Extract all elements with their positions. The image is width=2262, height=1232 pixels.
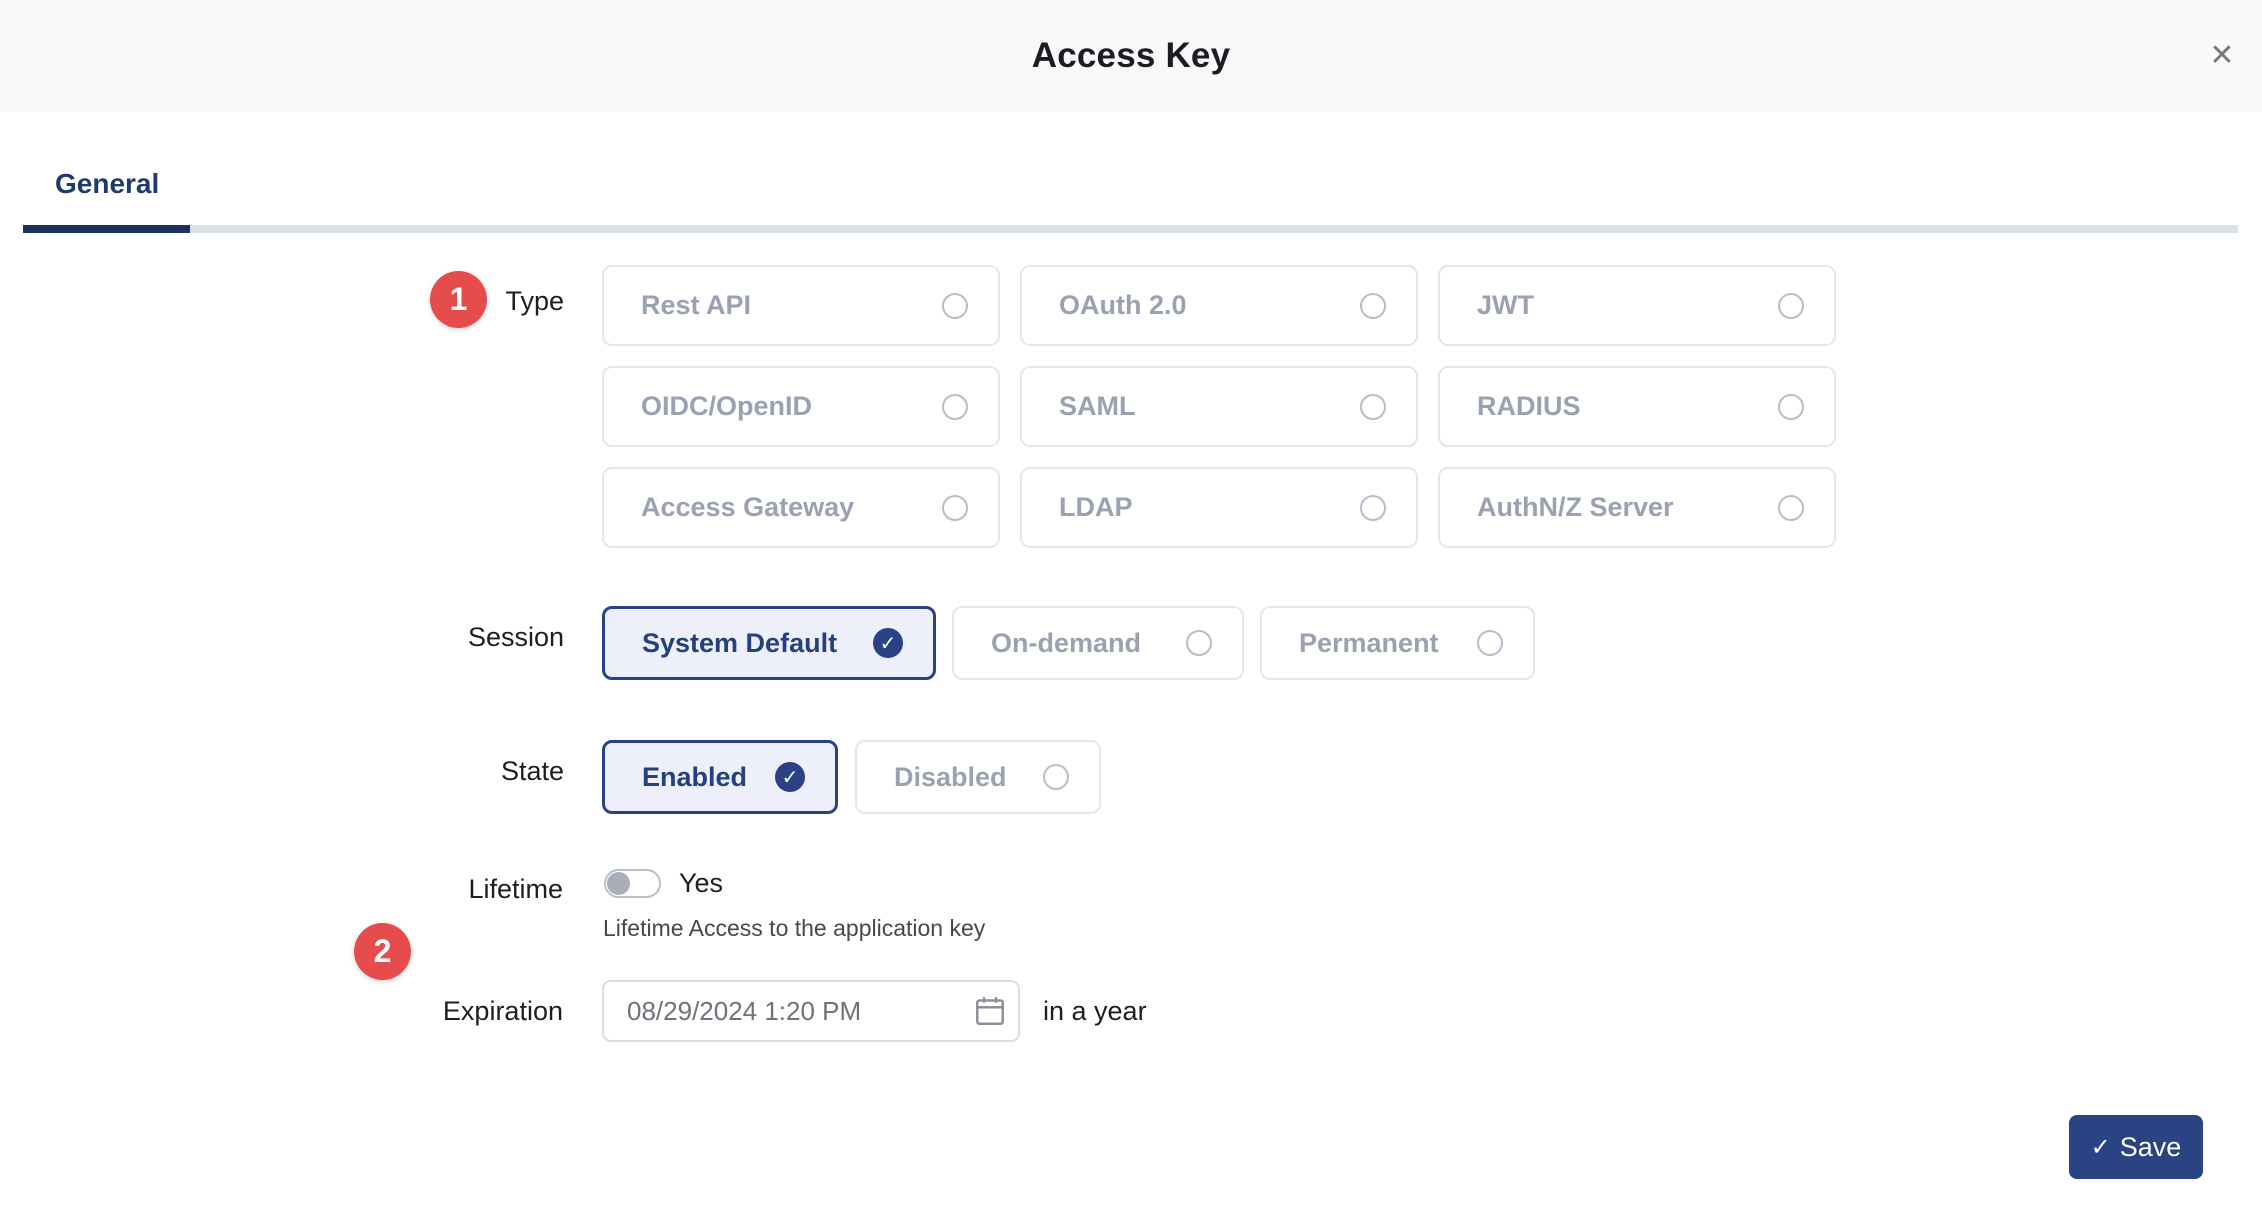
- radio-icon: [942, 394, 968, 420]
- radio-icon: [1186, 630, 1212, 656]
- annotation-badge-2: 2: [354, 923, 411, 980]
- type-option-ldap[interactable]: LDAP: [1020, 467, 1418, 548]
- radio-icon: [1043, 764, 1069, 790]
- radio-icon: [1360, 495, 1386, 521]
- type-option-jwt[interactable]: JWT: [1438, 265, 1836, 346]
- radio-icon: [1360, 394, 1386, 420]
- type-option-saml[interactable]: SAML: [1020, 366, 1418, 447]
- type-options-grid: Rest API OAuth 2.0 JWT OIDC/OpenID SAML …: [602, 265, 1836, 548]
- save-button[interactable]: ✓ Save: [2069, 1115, 2203, 1179]
- session-option-permanent[interactable]: Permanent: [1260, 606, 1535, 680]
- check-icon: ✓: [775, 762, 805, 792]
- save-button-label: Save: [2120, 1132, 2182, 1163]
- option-label: Access Gateway: [641, 492, 854, 523]
- option-label: OAuth 2.0: [1059, 290, 1187, 321]
- type-option-rest-api[interactable]: Rest API: [602, 265, 1000, 346]
- radio-icon: [1360, 293, 1386, 319]
- lifetime-label: Lifetime: [468, 874, 563, 905]
- option-label: LDAP: [1059, 492, 1133, 523]
- modal-title: Access Key: [1032, 36, 1231, 76]
- option-label: OIDC/OpenID: [641, 391, 812, 422]
- access-key-modal: Access Key ✕ General 1 Type Rest API OAu…: [0, 0, 2262, 1232]
- toggle-knob-icon: [607, 872, 630, 895]
- state-option-enabled[interactable]: Enabled ✓: [602, 740, 838, 814]
- session-option-on-demand[interactable]: On-demand: [952, 606, 1244, 680]
- calendar-icon[interactable]: [970, 993, 1010, 1029]
- type-option-radius[interactable]: RADIUS: [1438, 366, 1836, 447]
- lifetime-toggle-value: Yes: [679, 868, 723, 899]
- lifetime-helper-text: Lifetime Access to the application key: [603, 915, 985, 942]
- radio-icon: [1477, 630, 1503, 656]
- radio-icon: [1778, 293, 1804, 319]
- expiration-input[interactable]: [602, 980, 1020, 1042]
- modal-header: Access Key ✕: [0, 0, 2262, 112]
- tab-general[interactable]: General: [55, 168, 159, 200]
- session-options: System Default ✓ On-demand Permanent: [602, 606, 1535, 680]
- option-label: Rest API: [641, 290, 751, 321]
- radio-icon: [942, 495, 968, 521]
- expiration-label: Expiration: [443, 996, 563, 1027]
- option-label: JWT: [1477, 290, 1534, 321]
- radio-icon: [942, 293, 968, 319]
- option-label: On-demand: [991, 628, 1141, 659]
- type-label: Type: [505, 286, 564, 317]
- state-options: Enabled ✓ Disabled: [602, 740, 1101, 814]
- option-label: System Default: [642, 628, 837, 659]
- type-option-oidc-openid[interactable]: OIDC/OpenID: [602, 366, 1000, 447]
- session-option-system-default[interactable]: System Default ✓: [602, 606, 936, 680]
- close-icon[interactable]: ✕: [2200, 34, 2244, 78]
- lifetime-toggle[interactable]: [604, 869, 661, 898]
- type-option-oauth2[interactable]: OAuth 2.0: [1020, 265, 1418, 346]
- expiration-hint: in a year: [1043, 996, 1147, 1027]
- option-label: SAML: [1059, 391, 1136, 422]
- save-check-icon: ✓: [2091, 1133, 2111, 1162]
- option-label: Enabled: [642, 762, 747, 793]
- session-label: Session: [468, 622, 564, 653]
- type-option-authnz-server[interactable]: AuthN/Z Server: [1438, 467, 1836, 548]
- state-label: State: [501, 756, 564, 787]
- active-tab-indicator: [23, 225, 190, 233]
- radio-icon: [1778, 495, 1804, 521]
- type-option-access-gateway[interactable]: Access Gateway: [602, 467, 1000, 548]
- option-label: RADIUS: [1477, 391, 1581, 422]
- tab-track: [23, 225, 2238, 233]
- annotation-badge-1: 1: [430, 271, 487, 328]
- option-label: AuthN/Z Server: [1477, 492, 1674, 523]
- check-icon: ✓: [873, 628, 903, 658]
- option-label: Permanent: [1299, 628, 1439, 659]
- option-label: Disabled: [894, 762, 1007, 793]
- radio-icon: [1778, 394, 1804, 420]
- state-option-disabled[interactable]: Disabled: [855, 740, 1101, 814]
